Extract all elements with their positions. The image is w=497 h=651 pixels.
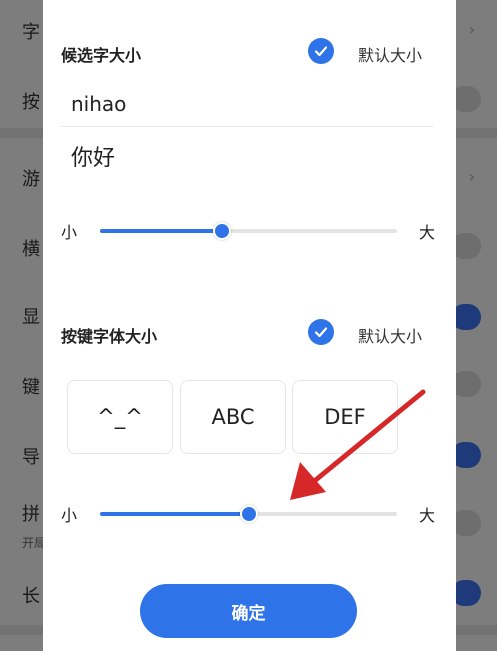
check-icon [314, 327, 328, 338]
key-default-label[interactable]: 默认大小 [358, 323, 422, 347]
slider-fill [100, 229, 222, 233]
chevron-right-icon: › [468, 167, 475, 186]
slider-thumb[interactable] [212, 222, 231, 240]
key-font-size-title: 按键字体大小 [61, 327, 158, 346]
preview-cjk-text: 你好 [71, 146, 116, 171]
bg-row-label: 长 [22, 586, 40, 607]
chevron-right-icon: › [468, 20, 475, 39]
preview-latin-text: nihao [71, 92, 127, 116]
bg-row-label: 导 [22, 447, 40, 468]
key-preview: DEF [292, 380, 398, 454]
slider-thumb[interactable] [239, 505, 258, 523]
bg-row-label: 横 [22, 239, 40, 260]
key-font-size-slider[interactable]: 小 大 [43, 498, 456, 528]
slider-max-label: 大 [419, 506, 436, 525]
candidate-default-label[interactable]: 默认大小 [358, 42, 422, 66]
bg-row-label: 拼 [22, 504, 40, 525]
bg-row-label: 键 [22, 377, 40, 398]
key-preview: ABC [180, 380, 286, 454]
font-size-dialog: 候选字大小 默认大小 nihao 你好 小 大 按键字体大小 默认大小 ^_^ … [43, 0, 456, 651]
slider-min-label: 小 [61, 506, 78, 525]
bg-row-label: 按 [22, 92, 40, 113]
bg-row-label: 字 [22, 22, 40, 43]
key-default-checkbox[interactable] [308, 319, 334, 345]
bg-row-label: 游 [22, 169, 40, 190]
key-preview-row: ^_^ ABC DEF [67, 380, 399, 454]
candidate-size-slider[interactable]: 小 大 [43, 215, 456, 245]
bg-row-label: 显 [22, 307, 40, 328]
check-icon [314, 46, 328, 57]
preview-divider [61, 126, 433, 127]
slider-track[interactable] [100, 222, 397, 240]
slider-track[interactable] [100, 505, 397, 523]
candidate-default-checkbox[interactable] [308, 38, 334, 64]
candidate-size-title: 候选字大小 [61, 46, 142, 65]
slider-fill [100, 512, 249, 516]
slider-max-label: 大 [419, 223, 436, 242]
confirm-button[interactable]: 确定 [140, 584, 357, 638]
slider-min-label: 小 [61, 223, 78, 242]
key-preview: ^_^ [67, 380, 173, 454]
